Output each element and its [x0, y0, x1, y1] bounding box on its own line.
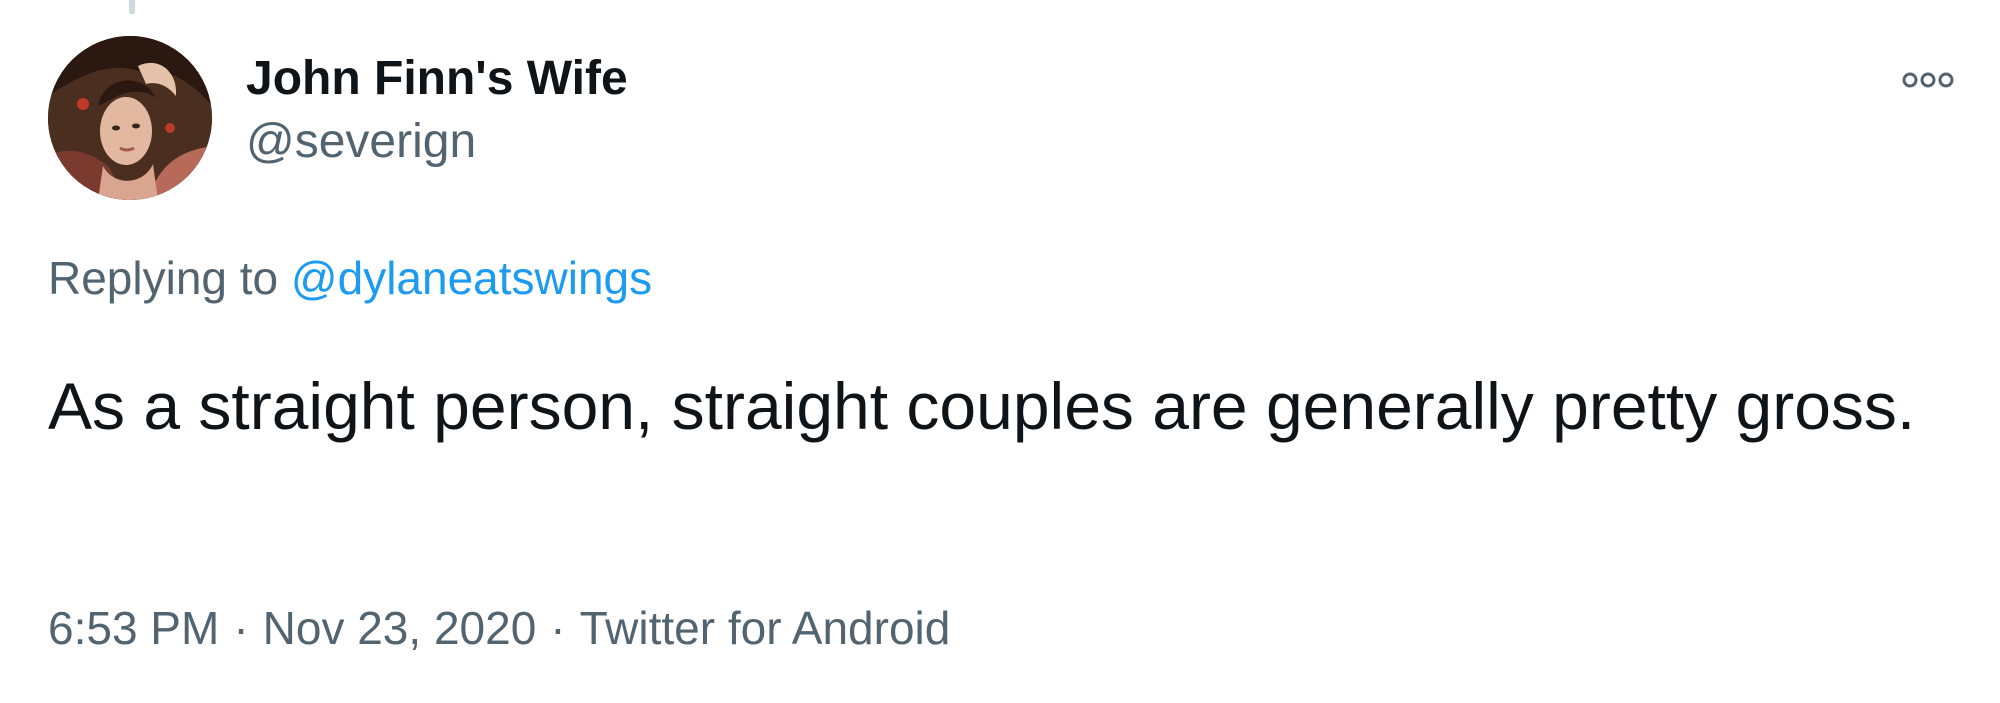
tweet-date[interactable]: Nov 23, 2020 — [263, 602, 537, 654]
tweet-time[interactable]: 6:53 PM — [48, 602, 219, 654]
more-options-icon — [1902, 72, 1954, 88]
replying-to-line: Replying to @dylaneatswings — [48, 250, 652, 306]
thread-connector-line — [129, 0, 135, 14]
avatar-portrait-icon — [48, 36, 212, 200]
tweet-text: As a straight person, straight couples a… — [48, 369, 1916, 443]
meta-separator: · — [550, 602, 566, 654]
tweet-source[interactable]: Twitter for Android — [580, 602, 951, 654]
replying-to-label: Replying to — [48, 252, 279, 304]
author-display-name[interactable]: John Finn's Wife — [246, 50, 628, 108]
author-handle[interactable]: @severign — [246, 113, 476, 171]
tweet-metadata: 6:53 PM · Nov 23, 2020 · Twitter for Android — [48, 600, 950, 656]
author-avatar[interactable] — [48, 36, 212, 200]
meta-separator: · — [233, 602, 249, 654]
reply-target-link[interactable]: @dylaneatswings — [291, 252, 652, 304]
more-options-button[interactable] — [1900, 64, 1956, 96]
